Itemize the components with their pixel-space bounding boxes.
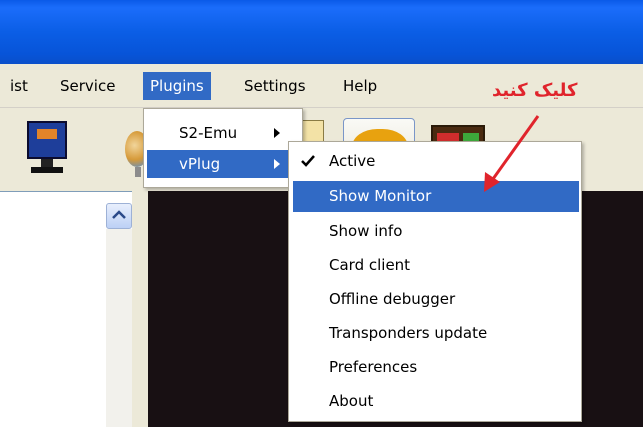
menu-item-label: Active: [329, 152, 376, 170]
panel-divider: [132, 191, 148, 427]
menu-item-offline-debugger[interactable]: Offline debugger: [293, 284, 579, 315]
menu-item-transponders-update[interactable]: Transponders update: [293, 318, 579, 349]
menu-item-label: Preferences: [329, 358, 418, 376]
menu-item-about[interactable]: About: [293, 386, 579, 417]
menu-item-label: Show info: [329, 222, 403, 240]
monitor-icon[interactable]: [22, 120, 70, 176]
plugins-submenu: S2-Emu vPlug: [143, 108, 303, 188]
submenu-item-label: S2-Emu: [179, 124, 238, 142]
submenu-arrow-icon: [274, 159, 280, 169]
scrollbar-track[interactable]: [106, 229, 132, 427]
menu-help[interactable]: Help: [336, 72, 384, 100]
submenu-item-vplug[interactable]: vPlug: [147, 150, 299, 178]
menu-item-label: Show Monitor: [329, 187, 432, 205]
check-icon: [301, 155, 315, 167]
menu-item-preferences[interactable]: Preferences: [293, 352, 579, 383]
submenu-arrow-icon: [274, 128, 280, 138]
menu-item-show-info[interactable]: Show info: [293, 216, 579, 247]
menu-plugins[interactable]: Plugins: [143, 72, 211, 100]
submenu-item-s2-emu[interactable]: S2-Emu: [147, 119, 299, 147]
submenu-item-label: vPlug: [179, 155, 221, 173]
annotation-arrow-icon: [484, 115, 540, 192]
menu-playlist[interactable]: ist: [3, 72, 35, 100]
scroll-up-arrow-icon[interactable]: [106, 203, 132, 229]
menu-service[interactable]: Service: [53, 72, 122, 100]
menu-item-card-client[interactable]: Card client: [293, 250, 579, 281]
menu-item-label: About: [329, 392, 374, 410]
menu-item-label: Transponders update: [329, 324, 488, 342]
menu-settings[interactable]: Settings: [237, 72, 313, 100]
window-titlebar: [0, 0, 643, 64]
menu-item-label: Offline debugger: [329, 290, 456, 308]
annotation-click-here: کلیک کنید: [492, 80, 578, 101]
menu-item-label: Card client: [329, 256, 411, 274]
